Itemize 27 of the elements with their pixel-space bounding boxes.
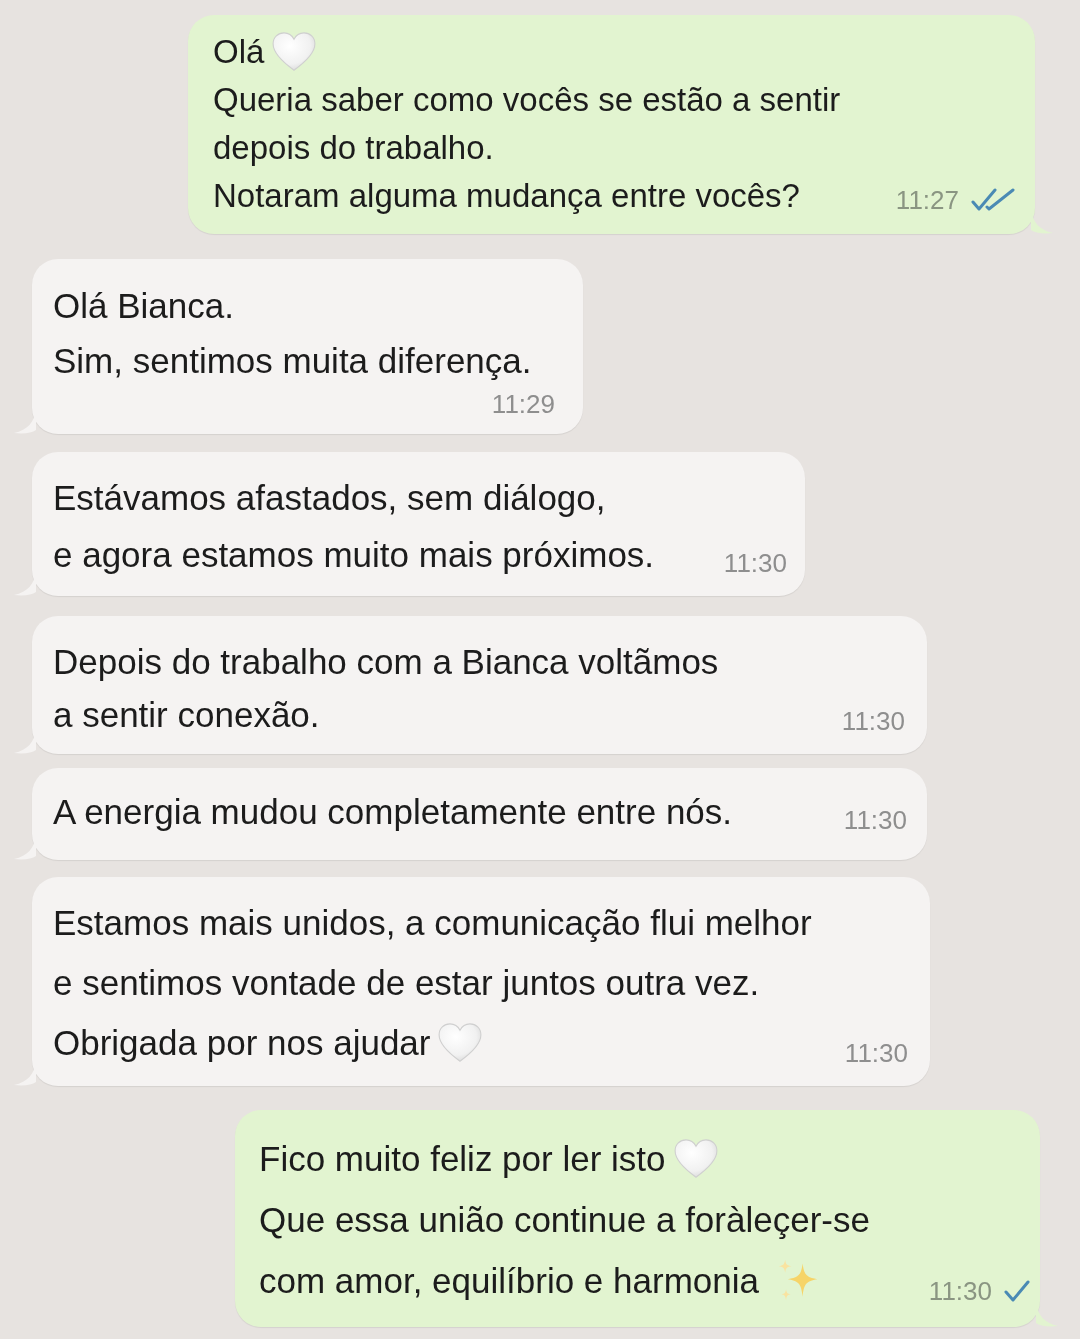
message-text: e sentimos vontade de estar juntos outra vez. [53,962,760,1004]
message-time: 11:30 [843,804,907,836]
message-text: Estamos mais unidos, a comunicação flui melhor [53,902,812,944]
message-text: A energia mudou completamente entre nós. [53,791,733,833]
message-text: Obrigada por nos ajudar [53,1022,431,1064]
heart-icon [438,1023,483,1063]
heart-icon [673,1138,718,1179]
message-text: Sim, sentimos muita diferença. [53,340,532,382]
message-text: Fico muito feliz por ler isto [259,1138,666,1180]
message-text: a sentir conexão. [53,694,320,736]
message-text: Estávamos afastados, sem diálogo, [53,477,606,519]
message-time: 11:30 [844,1037,908,1069]
message-time: 11:30 [928,1275,992,1307]
message-text: com amor, equilíbrio e harmonia [259,1260,759,1302]
message-time: 11:30 [841,705,905,737]
message-text: Depois do trabalho com a Bianca voltãmos [53,641,719,683]
message-text: e agora estamos muito mais próximos. [53,534,655,576]
message-time: 11:30 [723,547,787,579]
message-text: Notaram alguma mudança entre vocês? [213,176,800,216]
message-text: Que essa união continue a foràleçer-se [259,1199,870,1241]
message-text: Olá Bianca. [53,285,234,327]
message-time: 11:29 [491,388,555,420]
heart-icon [272,32,317,72]
message-text: depois do trabalho. [213,128,494,168]
message-text: Olá [213,32,265,72]
message-text: Queria saber como vocês se estão a sentir [213,80,841,120]
message-time: 11:27 [895,184,959,216]
